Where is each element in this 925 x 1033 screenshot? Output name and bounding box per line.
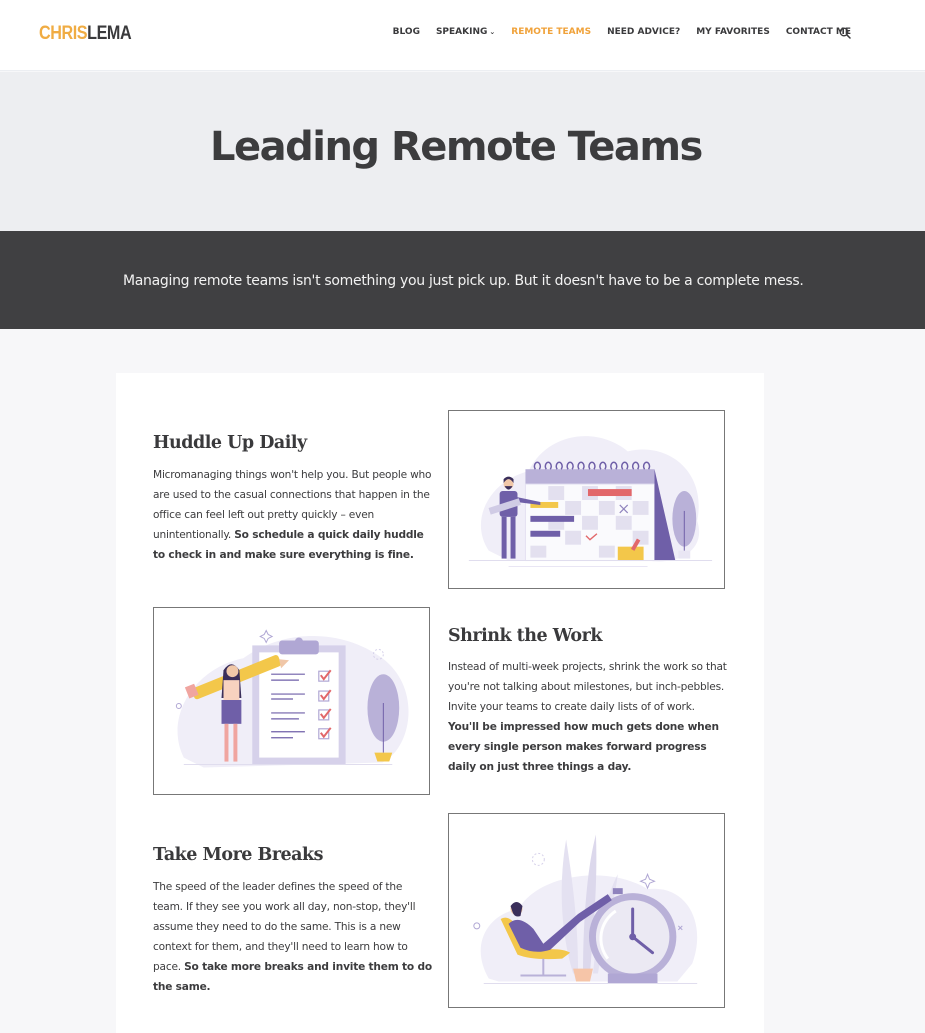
section-body: The speed of the leader defines the spee… (153, 877, 433, 997)
section-title: Shrink the Work (448, 626, 602, 646)
nav-blog[interactable]: BLOG (393, 27, 420, 37)
nav-speaking[interactable]: SPEAKING ⌄ (436, 27, 495, 37)
nav-remote-teams[interactable]: REMOTE TEAMS (511, 27, 591, 37)
section-title: Take More Breaks (153, 845, 324, 865)
checklist-clipboard-illustration (153, 607, 430, 795)
calendar-illustration-art (468, 436, 713, 568)
clock-illustration-art (473, 834, 698, 984)
clipboard-illustration-art (175, 629, 409, 768)
section-body-text: Instead of multi-week projects, shrink t… (448, 661, 727, 713)
nav-my-favorites[interactable]: MY FAVORITES (696, 27, 770, 37)
intro-text: Managing remote teams isn't something yo… (123, 273, 804, 289)
logo-first-name: CHRIS (39, 23, 88, 44)
intro-band: Managing remote teams isn't something yo… (0, 231, 925, 329)
search-icon[interactable] (839, 27, 851, 39)
section-body-bold: You'll be impressed how much gets done w… (448, 721, 719, 773)
site-logo[interactable]: CHRISLEMA (39, 23, 132, 45)
content-card: Huddle Up Daily Micromanaging things won… (116, 373, 764, 1033)
section-body: Micromanaging things won't help you. But… (153, 465, 433, 565)
section-body-text: The speed of the leader defines the spee… (153, 881, 416, 973)
section-body: Instead of multi-week projects, shrink t… (448, 657, 728, 777)
calendar-planning-illustration (448, 410, 725, 589)
page-title: Leading Remote Teams (210, 124, 703, 170)
relaxing-clock-illustration (448, 813, 725, 1008)
section-title: Huddle Up Daily (153, 433, 307, 453)
nav-need-advice[interactable]: NEED ADVICE? (607, 27, 680, 37)
nav-speaking-label: SPEAKING (435, 27, 488, 37)
hero-banner: Leading Remote Teams (0, 72, 925, 231)
section-body-bold: So take more breaks and invite them to d… (153, 961, 432, 993)
chevron-down-icon: ⌄ (489, 28, 496, 36)
site-header: CHRISLEMA BLOG SPEAKING ⌄ REMOTE TEAMS NE… (0, 0, 925, 71)
main-nav: BLOG SPEAKING ⌄ REMOTE TEAMS NEED ADVICE?… (393, 27, 851, 37)
logo-last-name: LEMA (87, 23, 132, 44)
